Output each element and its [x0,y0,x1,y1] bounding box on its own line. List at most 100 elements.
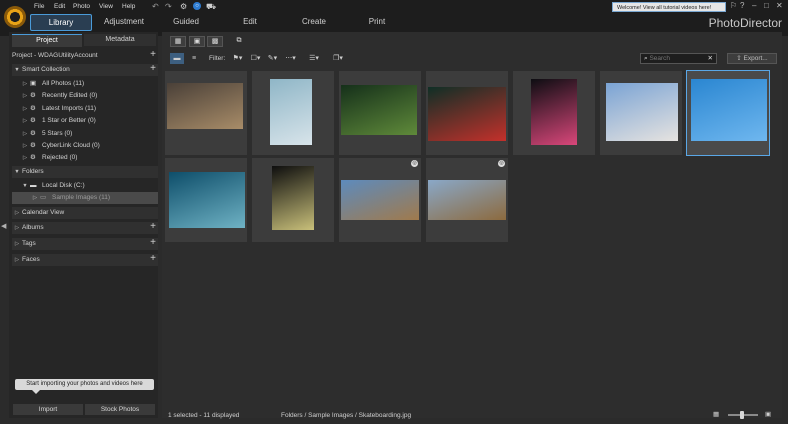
smart-collection-header[interactable]: ▼ Smart Collection + [12,63,158,76]
smart-collection-item-label: Rejected (0) [42,154,78,162]
smart-collection-item[interactable]: ▷ ▣ All Photos (11) [12,78,158,90]
settings-icon[interactable]: ⚙ [180,2,187,11]
current-path: Folders / Sample Images / Skateboarding.… [281,412,412,419]
account-icon[interactable]: ⚐ [730,1,737,10]
menu-photo[interactable]: Photo [73,3,90,10]
search-input[interactable] [649,54,700,63]
calendar-view-label: Calendar View [22,209,65,216]
export-button[interactable]: ⇪ Export... [727,53,777,64]
thumbnail-panorama-2[interactable]: ◎ [426,158,508,242]
welcome-tooltip[interactable]: Welcome! View all tutorial videos here! [612,2,726,12]
smart-collection-item-label: CyberLink Cloud (0) [42,142,100,149]
menu-view[interactable]: View [99,3,113,10]
zoom-slider-knob[interactable] [739,411,744,419]
smart-collection-item[interactable]: ▷ ⚙ 1 Star or Better (0) [12,115,158,127]
browser-view-icon[interactable]: ▦ [170,36,186,47]
app-logo [4,6,26,28]
photo-image [341,180,419,220]
tab-library[interactable]: Library [30,14,92,31]
thumbnail-forest[interactable] [339,71,421,155]
calendar-view-header[interactable]: ▷ Calendar View [12,207,158,219]
cart-icon[interactable]: ⛟ [206,2,216,12]
redo-icon[interactable]: ↷ [165,2,172,11]
smart-collection-item[interactable]: ▷ ⚙ Latest Imports (11) [12,103,158,115]
add-album-icon[interactable]: + [150,221,156,233]
thumbnail-window-light[interactable] [252,158,334,242]
stack-icon[interactable]: ❐▾ [331,53,345,64]
tab-create[interactable]: Create [292,14,336,29]
filter-select-icon[interactable]: ☐▾ [248,53,263,64]
expand-icon: ▼ [14,67,20,73]
faces-header[interactable]: ▷ Faces + [12,253,158,266]
smart-collection-item[interactable]: ▷ ⚙ Recently Edited (0) [12,90,158,102]
tab-adjustment[interactable]: Adjustment [95,14,153,29]
viewer-icon[interactable]: ▣ [189,36,205,47]
local-disk-row[interactable]: ▼ ▬ Local Disk (C:) [12,180,158,192]
add-project-icon[interactable]: + [150,49,156,61]
import-button[interactable]: Import [13,404,83,415]
fullscreen-icon[interactable]: ▣ [765,410,771,418]
photos-icon: ▣ [30,80,37,87]
thumbnail-size-list-icon[interactable]: ≡ [187,53,201,64]
menu-edit[interactable]: Edit [54,3,65,10]
expand-icon: ▷ [22,143,28,149]
folder-sample-images[interactable]: ▷ ▭ Sample Images (11) [12,192,158,204]
search-box[interactable]: ⌕ ✕ [640,53,717,64]
thumbnail-wave[interactable] [165,158,247,242]
menu-help[interactable]: Help [122,3,135,10]
photo-image [691,79,767,141]
help-icon[interactable]: ? [740,1,744,10]
smart-collection-item-label: Latest Imports (11) [42,104,97,112]
selection-status: 1 selected - 11 displayed [168,412,240,419]
thumbnail-panorama-1[interactable]: ◎ [339,158,421,242]
smart-collection-item[interactable]: ▷ ⚙ Rejected (0) [12,152,158,164]
maximize-icon[interactable]: □ [764,1,769,10]
photo-image [428,87,506,141]
thumbnail-red-leaf[interactable] [426,71,508,155]
thumbnail-size-large-icon[interactable]: ▬ [170,53,184,64]
tab-metadata[interactable]: Metadata [84,34,156,46]
collapse-panel-icon[interactable]: ◀ [1,222,6,230]
smart-collection-icon: ⚙ [30,154,36,162]
menu-file[interactable]: File [34,3,44,10]
thumbnail-skateboarding[interactable] [686,70,770,156]
expand-icon: ▷ [22,130,28,137]
undo-icon[interactable]: ↶ [152,2,159,11]
filter-more-icon[interactable]: ⋯▾ [283,53,298,64]
import-tip[interactable]: Start importing your photos and videos h… [15,379,154,390]
add-face-icon[interactable]: + [150,253,156,265]
grid-view-icon[interactable]: ▩ [207,36,223,47]
albums-header[interactable]: ▷ Albums + [12,221,158,234]
project-row[interactable]: Project - WDAGUtilityAccount + [12,49,158,62]
stock-photos-button[interactable]: Stock Photos [85,404,155,415]
minimize-icon[interactable]: – [752,1,756,10]
filter-flag-icon[interactable]: ⚑▾ [229,53,246,64]
compare-view-icon[interactable]: ⧉ [231,36,247,47]
tab-project[interactable]: Project [12,34,82,47]
expand-icon: ▷ [14,225,20,231]
smart-collection-item[interactable]: ▷ ⚙ CyberLink Cloud (0) [12,140,158,152]
tab-guided[interactable]: Guided [160,14,212,29]
thumbnail-rocket-launch[interactable] [600,71,682,155]
tags-header[interactable]: ▷ Tags + [12,237,158,250]
add-tag-icon[interactable]: + [150,237,156,249]
smart-collection-item-label: 5 Stars (0) [42,129,73,137]
search-icon: ⌕ [644,55,648,62]
tab-edit[interactable]: Edit [226,14,274,29]
add-smart-collection-icon[interactable]: + [150,63,156,75]
photo-image [169,172,245,228]
folders-header[interactable]: ▼ Folders [12,166,158,178]
sort-icon[interactable]: ☰▾ [306,53,322,64]
close-icon[interactable]: ✕ [776,1,783,10]
filter-edit-icon[interactable]: ✎▾ [265,53,280,64]
clear-search-icon[interactable]: ✕ [708,54,713,63]
thumbnail-basketball-dunk[interactable] [165,71,247,155]
grid-size-icon[interactable]: ▦ [713,410,719,418]
smart-collection-item[interactable]: ▷ ⚙ 5 Stars (0) [12,128,158,140]
thumbnail-rock-boat[interactable] [252,71,334,155]
thumbnail-neon-sign[interactable] [513,71,595,155]
tab-print[interactable]: Print [356,14,398,29]
tags-label: Tags [22,240,36,247]
cyberlink-cloud-icon[interactable]: ○ [193,2,201,10]
photo-image [167,83,243,129]
